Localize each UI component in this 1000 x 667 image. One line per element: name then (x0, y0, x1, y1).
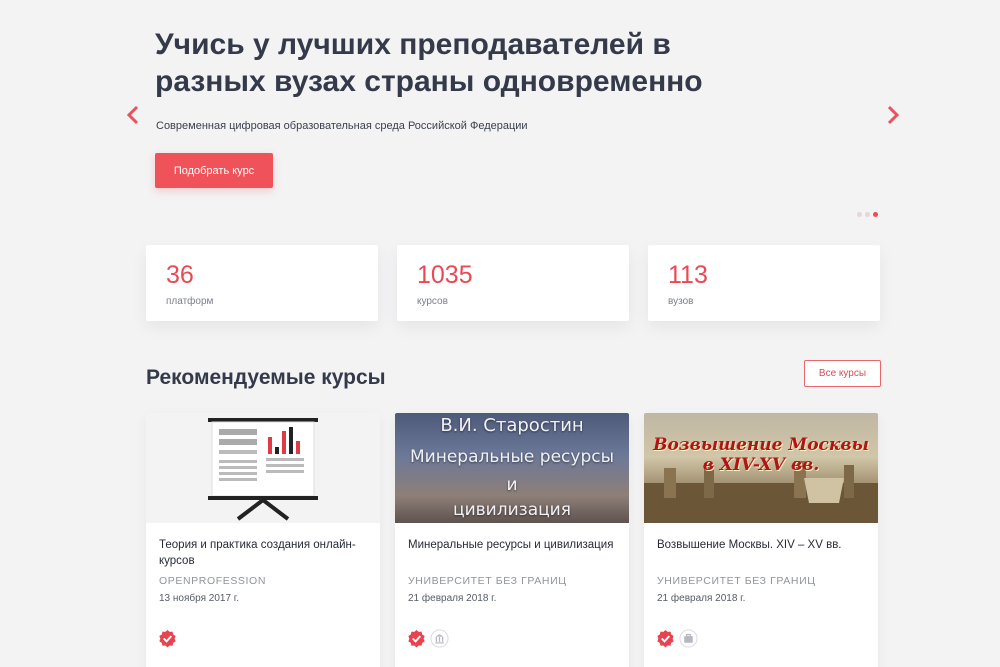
image-caption: Минеральные ресурсы (410, 447, 614, 467)
course-image-presentation-icon[interactable] (146, 413, 380, 523)
course-date: 13 ноября 2017 г. (159, 593, 239, 604)
hero-title: Учись у лучших преподавателей в разных в… (155, 28, 703, 98)
course-title[interactable]: Минеральные ресурсы и цивилизация (408, 537, 616, 571)
image-caption: цивилизация (453, 500, 571, 520)
courses-list: Теория и практика создания онлайн-курсов… (146, 413, 878, 667)
briefcase-icon (679, 629, 698, 648)
university-icon (430, 629, 449, 648)
stat-card-universities: 113 вузов (648, 245, 880, 321)
course-title[interactable]: Возвышение Москвы. XIV – XV вв. (657, 537, 865, 571)
stat-label: платформ (166, 296, 214, 307)
stats-row: 36 платформ 1035 курсов 113 вузов (146, 245, 880, 321)
slider-dot[interactable] (865, 212, 870, 217)
find-course-button[interactable]: Подобрать курс (155, 153, 273, 188)
course-date: 21 февраля 2018 г. (657, 593, 746, 604)
slider-next-arrow-icon[interactable] (881, 104, 903, 126)
stat-label: вузов (668, 296, 694, 307)
course-card[interactable]: Возвышение Москвы в XIV-XV вв. Возвышени… (644, 413, 878, 667)
recommended-title: Рекомендуемые курсы (146, 366, 386, 389)
course-title[interactable]: Теория и практика создания онлайн-курсов (159, 537, 367, 571)
slider-dot-active[interactable] (873, 212, 878, 217)
image-caption: в XIV-XV вв. (702, 455, 820, 475)
slider-dots (857, 212, 878, 217)
course-image[interactable]: В.И. Старостин Минеральные ресурсы и цив… (395, 413, 629, 523)
stat-number: 113 (668, 261, 708, 289)
course-card[interactable]: В.И. Старостин Минеральные ресурсы и цив… (395, 413, 629, 667)
stat-number: 36 (166, 261, 194, 289)
course-org: УНИВЕРСИТЕТ БЕЗ ГРАНИЦ (657, 575, 816, 587)
course-card[interactable]: Теория и практика создания онлайн-курсов… (146, 413, 380, 667)
stat-card-platforms: 36 платформ (146, 245, 378, 321)
verified-badge-icon (407, 629, 426, 648)
course-image[interactable]: Возвышение Москвы в XIV-XV вв. (644, 413, 878, 523)
image-caption: Возвышение Москвы (653, 435, 869, 455)
hero-subtitle: Современная цифровая образовательная сре… (156, 120, 528, 132)
image-caption: и (506, 475, 518, 495)
image-caption: В.И. Старостин (440, 415, 584, 436)
course-org: OPENPROFESSION (159, 575, 267, 587)
slider-dot[interactable] (857, 212, 862, 217)
stat-label: курсов (417, 296, 448, 307)
stat-number: 1035 (417, 261, 473, 289)
course-date: 21 февраля 2018 г. (408, 593, 497, 604)
all-courses-button[interactable]: Все курсы (804, 360, 881, 387)
course-org: УНИВЕРСИТЕТ БЕЗ ГРАНИЦ (408, 575, 567, 587)
verified-badge-icon (656, 629, 675, 648)
stat-card-courses: 1035 курсов (397, 245, 629, 321)
verified-badge-icon (158, 629, 177, 648)
slider-prev-arrow-icon[interactable] (123, 104, 145, 126)
